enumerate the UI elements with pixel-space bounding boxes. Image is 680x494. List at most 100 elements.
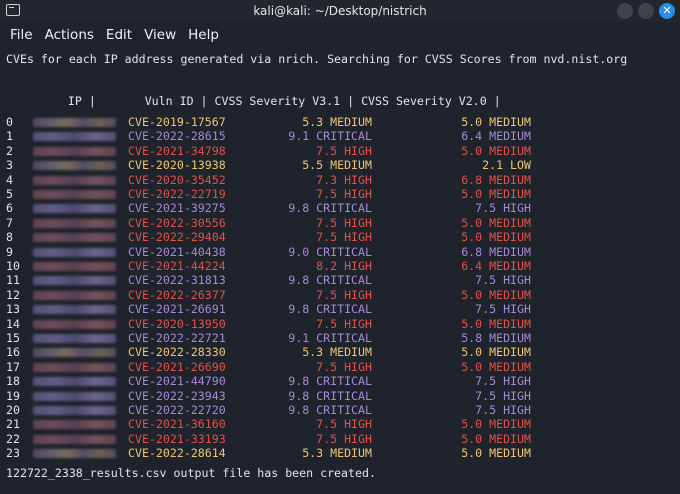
cvss-v20-severity: 2.1 LOW bbox=[482, 158, 531, 173]
title-bar[interactable]: kali@kali: ~/Desktop/nistrich ✕ bbox=[0, 0, 680, 22]
row-index: 15 bbox=[6, 331, 20, 345]
vuln-id: CVE-2022-22720 bbox=[128, 403, 226, 417]
redacted-ip-address bbox=[33, 434, 116, 444]
vuln-id: CVE-2020-13950 bbox=[128, 316, 226, 331]
menu-edit[interactable]: Edit bbox=[106, 27, 132, 43]
redacted-ip-address bbox=[33, 175, 116, 185]
window-title: kali@kali: ~/Desktop/nistrich bbox=[253, 4, 427, 18]
cvss-v20-severity: 5.0 MEDIUM bbox=[461, 143, 531, 158]
redacted-ip-address bbox=[33, 449, 116, 459]
table-row: 20 CVE-2022-22720 9.8 CRITICAL 7.5 HIGH bbox=[0, 403, 680, 417]
cvss-v20-severity: 7.5 HIGH bbox=[475, 302, 531, 317]
cvss-v31-severity: 9.8 CRITICAL bbox=[288, 302, 372, 317]
cvss-v20-severity: 5.0 MEDIUM bbox=[461, 417, 531, 432]
vuln-id: CVE-2022-31813 bbox=[128, 273, 226, 288]
cvss-v20-severity: 5.0 MEDIUM bbox=[461, 187, 531, 201]
row-index: 5 bbox=[6, 187, 13, 201]
vuln-id: CVE-2021-26690 bbox=[128, 359, 226, 374]
cvss-v20-severity: 5.0 MEDIUM bbox=[461, 287, 531, 302]
row-index: 10 bbox=[6, 259, 20, 273]
table-row: 5 CVE-2022-22719 7.5 HIGH 5.0 MEDIUM bbox=[0, 187, 680, 201]
cvss-v31-severity: 9.8 CRITICAL bbox=[288, 273, 372, 288]
cvss-v20-severity: 5.0 MEDIUM bbox=[461, 115, 531, 129]
close-button[interactable]: ✕ bbox=[659, 3, 675, 19]
redacted-ip-address bbox=[33, 348, 116, 358]
cvss-v20-severity: 6.8 MEDIUM bbox=[461, 172, 531, 187]
row-index: 6 bbox=[6, 201, 13, 216]
redacted-ip-address bbox=[33, 334, 116, 343]
vuln-id: CVE-2021-40438 bbox=[128, 244, 226, 259]
row-index: 1 bbox=[6, 129, 13, 144]
cvss-v31-severity: 9.0 CRITICAL bbox=[288, 244, 372, 259]
table-row: 2 CVE-2021-34798 7.5 HIGH 5.0 MEDIUM bbox=[0, 144, 680, 158]
maximize-button[interactable] bbox=[638, 3, 654, 19]
table-row: 11 CVE-2022-31813 9.8 CRITICAL 7.5 HIGH bbox=[0, 273, 680, 287]
row-index: 3 bbox=[6, 158, 13, 173]
row-index: 16 bbox=[6, 345, 20, 360]
cvss-v31-severity: 7.5 HIGH bbox=[316, 287, 372, 302]
row-index: 18 bbox=[6, 374, 20, 389]
redacted-ip-address bbox=[33, 319, 116, 329]
table-row: 22 CVE-2021-33193 7.5 HIGH 5.0 MEDIUM bbox=[0, 432, 680, 446]
cvss-v20-severity: 7.5 HIGH bbox=[475, 374, 531, 389]
redacted-ip-address bbox=[33, 132, 116, 142]
cvss-v31-severity: 7.5 HIGH bbox=[316, 187, 372, 201]
cvss-v20-severity: 5.8 MEDIUM bbox=[461, 331, 531, 345]
table-row: 21 CVE-2021-36160 7.5 HIGH 5.0 MEDIUM bbox=[0, 417, 680, 431]
redacted-ip-address bbox=[33, 118, 116, 127]
vuln-id: CVE-2022-22719 bbox=[128, 187, 226, 201]
row-index: 13 bbox=[6, 302, 20, 317]
row-index: 17 bbox=[6, 359, 20, 374]
row-index: 12 bbox=[6, 287, 20, 302]
terminal-window: kali@kali: ~/Desktop/nistrich ✕ File Act… bbox=[0, 0, 680, 494]
vuln-id: CVE-2022-30556 bbox=[128, 215, 226, 230]
redacted-ip-address bbox=[33, 204, 116, 214]
redacted-ip-address bbox=[33, 161, 116, 171]
cvss-v20-severity: 7.5 HIGH bbox=[475, 403, 531, 417]
redacted-ip-address bbox=[33, 218, 116, 228]
table-row: 7 CVE-2022-30556 7.5 HIGH 5.0 MEDIUM bbox=[0, 216, 680, 230]
vuln-id: CVE-2019-17567 bbox=[128, 115, 226, 129]
row-index: 4 bbox=[6, 172, 13, 187]
redacted-ip-address bbox=[33, 420, 116, 430]
redacted-ip-address bbox=[33, 146, 116, 156]
table-row: 13 CVE-2021-26691 9.8 CRITICAL 7.5 HIGH bbox=[0, 302, 680, 316]
cvss-v20-severity: 5.0 MEDIUM bbox=[461, 345, 531, 360]
cvss-v31-severity: 7.5 HIGH bbox=[316, 417, 372, 432]
terminal-output[interactable]: CVEs for each IP address generated via n… bbox=[0, 48, 680, 494]
cvss-v31-severity: 9.8 CRITICAL bbox=[288, 388, 372, 403]
table-row: 9 CVE-2021-40438 9.0 CRITICAL 6.8 MEDIUM bbox=[0, 245, 680, 259]
table-row: 19 CVE-2022-23943 9.8 CRITICAL 7.5 HIGH bbox=[0, 389, 680, 403]
cvss-v31-severity: 9.1 CRITICAL bbox=[288, 331, 372, 345]
intro-text: CVEs for each IP address generated via n… bbox=[6, 52, 628, 66]
redacted-ip-address bbox=[33, 377, 116, 387]
row-index: 9 bbox=[6, 244, 13, 259]
minimize-button[interactable] bbox=[617, 3, 633, 19]
vuln-id: CVE-2020-35452 bbox=[128, 172, 226, 187]
menu-bar: File Actions Edit View Help bbox=[0, 22, 680, 48]
table-header: IP | Vuln ID | CVSS Severity V3.1 | CVSS… bbox=[40, 94, 501, 108]
row-index: 19 bbox=[6, 388, 20, 403]
menu-help[interactable]: Help bbox=[188, 27, 219, 43]
menu-view[interactable]: View bbox=[144, 27, 176, 43]
cvss-v20-severity: 5.0 MEDIUM bbox=[461, 215, 531, 230]
menu-actions[interactable]: Actions bbox=[45, 27, 94, 43]
row-index: 7 bbox=[6, 215, 13, 230]
table-row: 14 CVE-2020-13950 7.5 HIGH 5.0 MEDIUM bbox=[0, 317, 680, 331]
row-index: 11 bbox=[6, 273, 20, 288]
cvss-v31-severity: 5.5 MEDIUM bbox=[302, 158, 372, 173]
row-index: 21 bbox=[6, 417, 20, 432]
cvss-v31-severity: 7.5 HIGH bbox=[316, 230, 372, 245]
vuln-id: CVE-2022-28615 bbox=[128, 129, 226, 144]
redacted-ip-address bbox=[33, 406, 116, 415]
menu-file[interactable]: File bbox=[10, 27, 33, 43]
vuln-id: CVE-2021-44224 bbox=[128, 259, 226, 273]
cvss-v31-severity: 7.5 HIGH bbox=[316, 215, 372, 230]
cvss-v31-severity: 9.1 CRITICAL bbox=[288, 129, 372, 144]
cvss-v31-severity: 7.5 HIGH bbox=[316, 359, 372, 374]
redacted-ip-address bbox=[33, 247, 116, 257]
table-row: 15 CVE-2022-22721 9.1 CRITICAL 5.8 MEDIUM bbox=[0, 331, 680, 345]
redacted-ip-address bbox=[33, 362, 116, 372]
row-index: 8 bbox=[6, 230, 13, 245]
cvss-v31-severity: 5.3 MEDIUM bbox=[302, 345, 372, 360]
